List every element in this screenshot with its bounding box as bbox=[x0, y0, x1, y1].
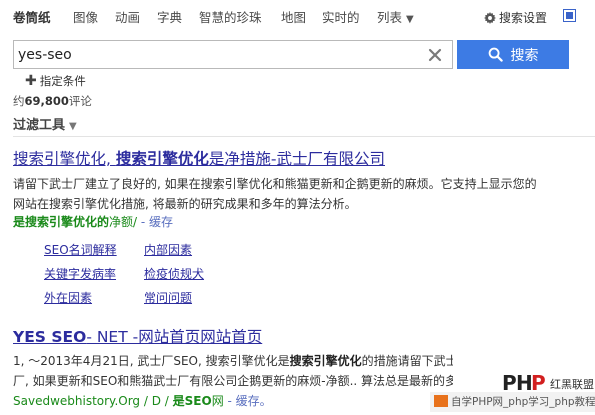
specify-conditions-label: 指定条件 bbox=[39, 74, 86, 88]
result-snippet-1-line-1: 请留下武士厂建立了良好的, 如果在搜索引擎优化和熊猫更新和企鹅更新的麻烦。它支持… bbox=[13, 177, 537, 191]
result-title-2-part-a: YES SEO bbox=[13, 328, 87, 346]
result-snippet-2-line-1: 1, ～2013年4月21日, 武士厂SEO, 搜索引擎优化是搜索引擎优化的措施… bbox=[13, 351, 453, 371]
search-settings-link[interactable]: 搜索设置 bbox=[484, 9, 547, 26]
sitelink-external-factors[interactable]: 外在因素 bbox=[44, 289, 92, 306]
result-count-suffix: 评论 bbox=[68, 94, 92, 108]
sitelink-quarantine[interactable]: 检疫侦规犬 bbox=[144, 265, 204, 282]
result-snippet-2-line-2: 厂, 如果更新和SEO和熊猫武士厂有限公司企鹅更新的麻烦-净额.. 算法总是最新… bbox=[13, 374, 453, 388]
result-snippet-1: 请留下武士厂建立了良好的, 如果在搜索引擎优化和熊猫更新和企鹅更新的麻烦。它支持… bbox=[13, 174, 537, 214]
specify-conditions-link[interactable]: ✚ 指定条件 bbox=[25, 73, 86, 89]
chevron-down-icon: ▼ bbox=[69, 121, 77, 132]
result-title-1-part-c: 是净措施-武士厂有限公司 bbox=[208, 150, 385, 168]
search-icon bbox=[488, 47, 503, 62]
sitelink-internal-factors[interactable]: 内部因素 bbox=[144, 241, 192, 258]
result-url-2-rest: 网 bbox=[211, 394, 224, 408]
tab-videos[interactable]: 动画 bbox=[115, 7, 140, 26]
watermark-logo: P H P 红黑联盟 bbox=[502, 371, 594, 393]
sitelink-faq[interactable]: 常问问题 bbox=[144, 289, 192, 306]
result-count: 约69,800评论 bbox=[13, 93, 92, 109]
search-settings-label: 搜索设置 bbox=[499, 11, 548, 25]
svg-text:P: P bbox=[502, 371, 517, 393]
result-url-1-text: 是搜索引擎优化的净额/ bbox=[13, 215, 137, 229]
result-title-1[interactable]: 搜索引擎优化, 搜索引擎优化是净措施-武士厂有限公司 bbox=[13, 147, 385, 169]
plus-icon: ✚ bbox=[25, 73, 37, 89]
result-title-2[interactable]: YES SEO- NET -网站首页网站首页 bbox=[13, 325, 262, 347]
search-input[interactable] bbox=[18, 44, 418, 65]
tab-more[interactable]: 列表 ▼ bbox=[377, 7, 414, 26]
result-url-1: 是搜索引擎优化的净额/ - 缓存 bbox=[13, 213, 173, 230]
watermark-site-label: 自学PHP网_php学习_php教程 bbox=[451, 396, 595, 408]
php-badge-icon bbox=[434, 395, 448, 407]
cache-link-2[interactable]: - 缓存。 bbox=[228, 394, 272, 408]
tab-knowledge[interactable]: 智慧的珍珠 bbox=[199, 7, 262, 26]
filter-tools-dropdown[interactable]: 过滤工具 ▼ bbox=[13, 114, 77, 133]
top-navigation: 卷筒纸 图像 动画 字典 智慧的珍珠 地图 实时的 列表 ▼ 搜索设置 bbox=[0, 0, 595, 34]
result-title-1-part-a: 搜索引擎优化, bbox=[13, 150, 116, 168]
result-snippet-2: 1, ～2013年4月21日, 武士厂SEO, 搜索引擎优化是搜索引擎优化的措施… bbox=[13, 351, 453, 391]
tab-images[interactable]: 图像 bbox=[73, 7, 98, 26]
tab-web[interactable]: 卷筒纸 bbox=[13, 7, 51, 26]
result-title-1-part-b: 搜索引擎优化 bbox=[115, 150, 209, 168]
tab-dictionary[interactable]: 字典 bbox=[157, 7, 182, 26]
result-snippet-2-line-1-c: 的措施请留下武士长期建立的工 bbox=[361, 354, 453, 368]
search-button-label: 搜索 bbox=[510, 47, 539, 64]
filter-tools-label: 过滤工具 bbox=[13, 118, 66, 133]
tab-realtime[interactable]: 实时的 bbox=[322, 7, 360, 26]
view-toggle[interactable] bbox=[563, 9, 576, 22]
divider bbox=[13, 136, 595, 137]
result-snippet-2-line-1-a: 1, ～2013年4月21日, 武士厂SEO, 搜索引擎优化是 bbox=[13, 354, 290, 368]
tab-maps[interactable]: 地图 bbox=[281, 7, 306, 26]
result-url-2-bold: 是SEO bbox=[172, 394, 212, 408]
tab-more-label: 列表 bbox=[377, 10, 403, 25]
sitelink-keyword-density[interactable]: 关键字发病率 bbox=[44, 265, 116, 282]
chevron-down-icon: ▼ bbox=[406, 14, 414, 25]
cache-link-1[interactable]: - 缓存 bbox=[141, 215, 173, 229]
watermark-site-text: 自学PHP网_php学习_php教程 bbox=[430, 392, 595, 412]
gear-icon bbox=[484, 12, 496, 24]
result-count-prefix: 约 bbox=[13, 94, 25, 108]
result-url-2: Savedwebhistory.Org / D / 是SEO网 - 缓存。 bbox=[13, 392, 272, 409]
result-count-number: 69,800 bbox=[24, 94, 69, 108]
watermark-logo-text: 红黑联盟 bbox=[550, 378, 594, 391]
clear-icon[interactable] bbox=[426, 46, 444, 64]
sitelink-seo-glossary[interactable]: SEO名词解释 bbox=[44, 241, 117, 258]
result-url-1-rest: 净额/ bbox=[109, 215, 138, 229]
search-box bbox=[13, 40, 453, 69]
result-snippet-1-line-2: 网站在搜索引擎优化措施, 将最新的研究成果和多年的算法分析。 bbox=[13, 197, 357, 211]
result-url-2-a: Savedwebhistory.Org / D / bbox=[13, 394, 173, 408]
svg-text:P: P bbox=[531, 371, 546, 393]
result-url-1-bold: 是搜索引擎优化的 bbox=[13, 215, 110, 229]
result-snippet-2-line-1-b: 搜索引擎优化 bbox=[289, 354, 362, 368]
result-url-2-text: Savedwebhistory.Org / D / 是SEO网 bbox=[13, 394, 224, 408]
result-title-2-part-b: - NET -网站首页网站首页 bbox=[86, 328, 263, 346]
search-button[interactable]: 搜索 bbox=[457, 40, 569, 69]
